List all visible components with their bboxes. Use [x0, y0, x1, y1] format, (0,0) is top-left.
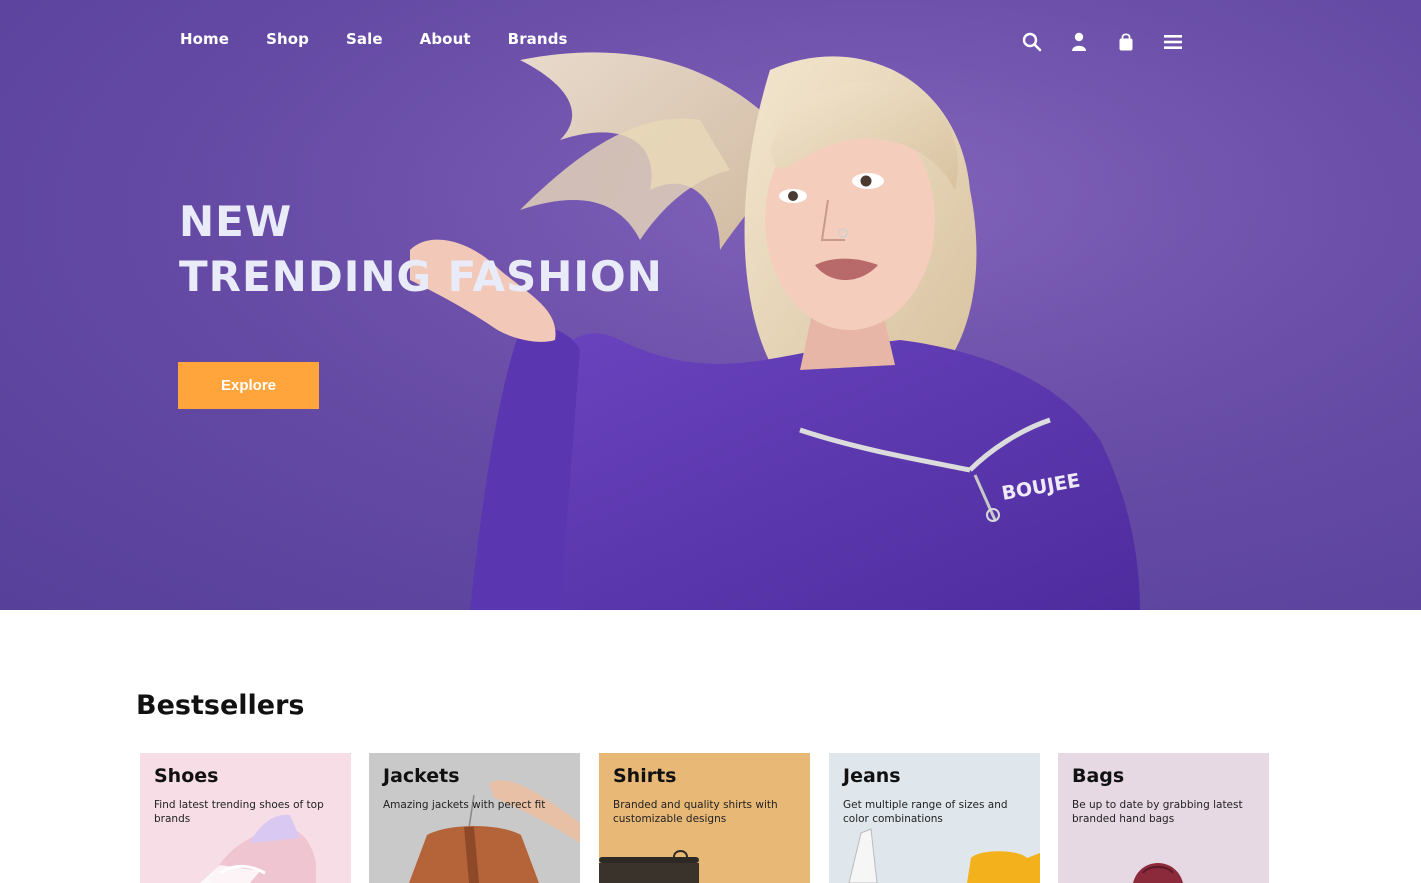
category-card-bags[interactable]: Bags Be up to date by grabbing latest br…: [1058, 753, 1269, 883]
card-description: Find latest trending shoes of top brands: [154, 799, 324, 825]
bestsellers-heading: Bestsellers: [136, 690, 305, 721]
search-icon[interactable]: [1022, 31, 1042, 53]
hero-title-line1: NEW: [179, 197, 293, 246]
category-card-jackets[interactable]: Jackets Amazing jackets with perect fit: [369, 753, 580, 883]
card-title: Bags: [1072, 765, 1125, 787]
hero-model-image: BOUJEE: [0, 0, 1421, 610]
card-title: Shoes: [154, 765, 219, 787]
nav-link-about[interactable]: About: [420, 30, 471, 48]
card-description: Get multiple range of sizes and color co…: [843, 799, 1008, 825]
category-card-shoes[interactable]: Shoes Find latest trending shoes of top …: [140, 753, 351, 883]
nav-icon-group: [1022, 31, 1183, 53]
card-description: Branded and quality shirts with customiz…: [613, 799, 778, 825]
nav-link-sale[interactable]: Sale: [346, 30, 383, 48]
category-card-shirts[interactable]: Shirts Branded and quality shirts with c…: [599, 753, 810, 883]
card-description: Amazing jackets with perect fit: [383, 799, 546, 811]
hero-title-line2: TRENDING FASHION: [179, 252, 663, 301]
card-title: Shirts: [613, 765, 677, 787]
explore-button[interactable]: Explore: [178, 362, 319, 409]
nav-link-shop[interactable]: Shop: [266, 30, 309, 48]
card-title: Jackets: [383, 765, 460, 787]
nav-link-home[interactable]: Home: [180, 30, 229, 48]
main-nav: Home Shop Sale About Brands: [180, 30, 605, 48]
card-title: Jeans: [843, 765, 901, 787]
hero-banner: BOUJEE Home Shop Sale About Brands NEW T…: [0, 0, 1421, 610]
nav-link-brands[interactable]: Brands: [508, 30, 568, 48]
card-description: Be up to date by grabbing latest branded…: [1072, 799, 1243, 825]
menu-icon[interactable]: [1163, 31, 1183, 53]
user-icon[interactable]: [1069, 31, 1089, 53]
category-card-jeans[interactable]: Jeans Get multiple range of sizes and co…: [829, 753, 1040, 883]
hero-title: NEW TRENDING FASHION: [179, 194, 663, 304]
shopping-bag-icon[interactable]: [1116, 31, 1136, 53]
